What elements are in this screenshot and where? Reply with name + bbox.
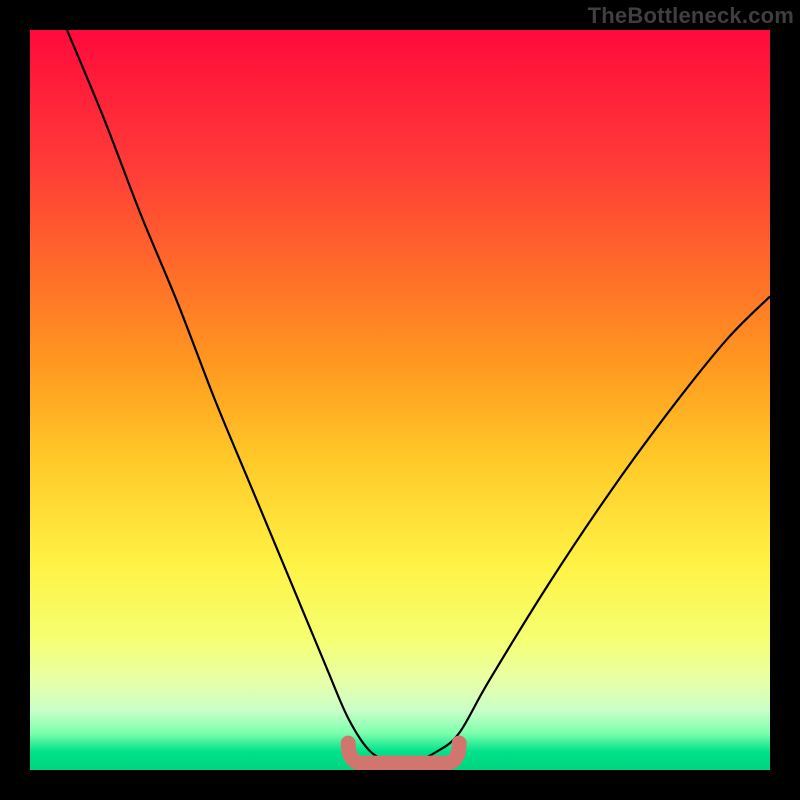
curve-svg [30, 30, 770, 770]
chart-frame: TheBottleneck.com [0, 0, 800, 800]
watermark-text: TheBottleneck.com [588, 3, 794, 29]
bottleneck-curve [67, 30, 770, 762]
plot-area [30, 30, 770, 770]
